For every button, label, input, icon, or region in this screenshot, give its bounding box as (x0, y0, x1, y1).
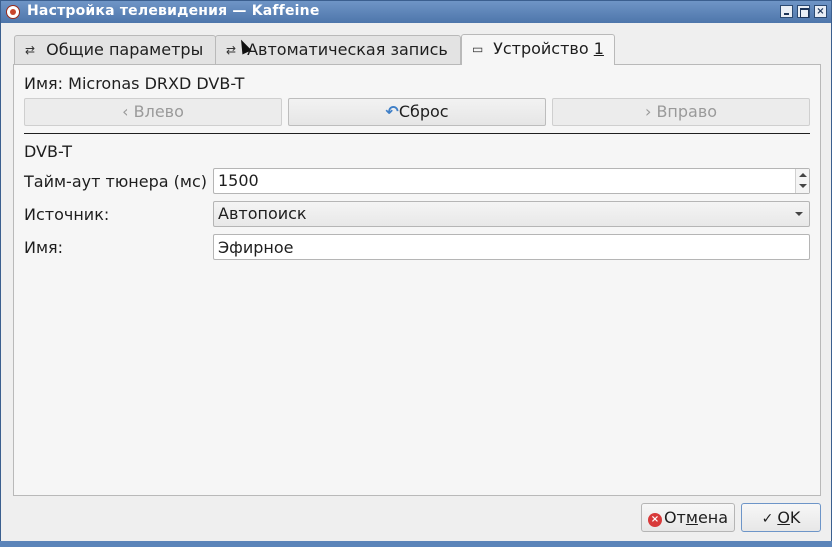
ok-label-accel: O (777, 508, 790, 527)
tuner-timeout-spinbox[interactable]: 1500 (213, 168, 810, 194)
close-window-button[interactable]: × (814, 5, 827, 18)
tab-device-1[interactable]: ▭ Устройство 1 (461, 34, 615, 65)
cancel-button[interactable]: × Отмена (641, 503, 735, 532)
cancel-label-accel: м (685, 508, 698, 527)
tab-auto-record[interactable]: ⇄ Автоматическая запись (215, 35, 461, 64)
close-icon: × (816, 6, 825, 17)
chevron-left-icon: ‹ (122, 102, 129, 121)
reset-button[interactable]: ↶Сброс (288, 98, 546, 126)
checkmark-icon: ✓ (761, 511, 774, 527)
title-bar[interactable]: Настройка телевидения — Kaffeine × (1, 1, 831, 23)
cancel-icon: × (647, 513, 662, 527)
tab-auto-record-label: Автоматическая запись (247, 40, 448, 59)
cancel-label-prefix: От (663, 508, 686, 527)
maximize-button[interactable] (797, 5, 810, 18)
name-field[interactable] (213, 234, 810, 260)
tab-general[interactable]: ⇄ Общие параметры (14, 35, 216, 64)
kaffeine-app-icon[interactable] (6, 5, 20, 19)
tuner-timeout-value: 1500 (218, 171, 259, 190)
name-label: Имя: (24, 238, 64, 257)
ok-label-suffix: K (789, 508, 801, 527)
tab-pane (13, 64, 821, 496)
cancel-label-suffix: ена (697, 508, 729, 527)
desktop-strip (0, 541, 832, 547)
settings-dialog: Настройка телевидения — Kaffeine × ⇄ Общ… (0, 0, 832, 547)
move-right-label: Вправо (656, 102, 718, 121)
chevron-down-icon (795, 212, 803, 216)
device-name-label: Имя: Micronas DRXD DVB-T (24, 74, 245, 93)
window-title: Настройка телевидения — Kaffeine (27, 3, 320, 19)
spin-up-icon[interactable] (799, 173, 807, 177)
tab-device-accel: 1 (593, 39, 604, 58)
source-combobox[interactable]: Автопоиск (213, 201, 810, 227)
tuner-timeout-label: Тайм-аут тюнера (мс) (24, 172, 207, 191)
ok-button[interactable]: ✓ OK (741, 503, 821, 532)
tab-general-label: Общие параметры (46, 40, 204, 59)
monitor-icon: ▭ (472, 42, 484, 56)
source-value: Автопоиск (218, 204, 307, 223)
source-label: Источник: (24, 205, 110, 224)
chevron-right-icon: › (644, 102, 652, 121)
spin-buttons[interactable] (795, 169, 809, 193)
divider (24, 133, 810, 134)
minimize-button[interactable] (780, 5, 793, 18)
spin-down-icon[interactable] (799, 184, 807, 188)
move-left-button[interactable]: ‹ Влево (24, 98, 282, 126)
section-title: DVB-T (24, 142, 73, 161)
undo-arrow-icon: ↶ (385, 102, 399, 121)
tab-device-label: Устройство (493, 39, 594, 58)
move-left-label: Влево (133, 102, 184, 121)
settings-sliders-icon: ⇄ (25, 43, 36, 57)
reset-label: Сброс (398, 102, 449, 121)
move-right-button[interactable]: › Вправо (552, 98, 810, 126)
